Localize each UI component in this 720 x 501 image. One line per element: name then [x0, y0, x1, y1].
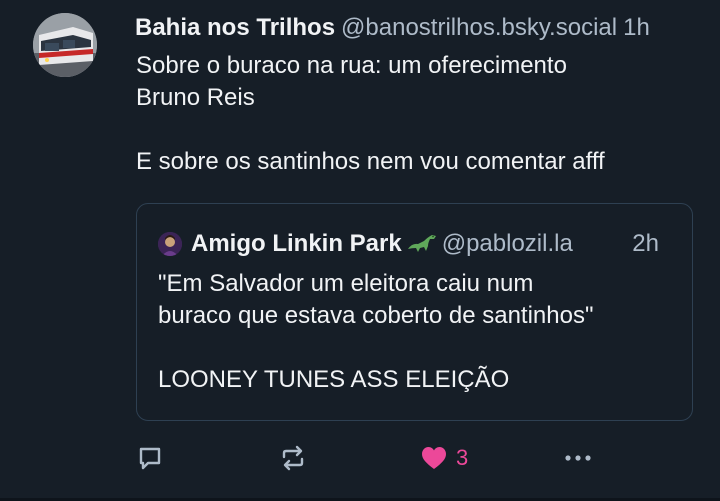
heart-icon — [420, 445, 448, 471]
like-button[interactable]: 3 — [420, 440, 468, 476]
post-text-line: Sobre o buraco na rua: um oferecimento — [136, 52, 567, 79]
quoted-post-timestamp: 2h — [632, 230, 659, 257]
post-text: Sobre o buraco na rua: um oferecimento B… — [136, 50, 706, 178]
post-header: Bahia nos Trilhos @banostrilhos.bsky.soci… — [135, 12, 715, 44]
quoted-text-line: buraco que estava coberto de santinhos" — [158, 302, 594, 329]
quoted-avatar-image — [158, 232, 182, 256]
post-actions: 3 — [136, 440, 606, 476]
post-text-line: Bruno Reis — [136, 84, 255, 111]
quoted-author-avatar — [158, 232, 182, 256]
author-avatar[interactable] — [33, 13, 97, 77]
quoted-post-text: "Em Salvador um eleitora caiu num buraco… — [158, 268, 678, 396]
author-handle[interactable]: @banostrilhos.bsky.social — [341, 14, 617, 41]
post-text-line: E sobre os santinhos nem vou comentar af… — [136, 148, 605, 175]
quoted-post[interactable]: Amigo Linkin Park @pablozil.la 2h "Em Sal… — [136, 203, 693, 421]
reply-button[interactable] — [136, 440, 164, 476]
repost-icon — [278, 444, 308, 472]
like-count: 3 — [456, 445, 469, 470]
quoted-author-handle: @pablozil.la — [441, 230, 573, 257]
more-options-button[interactable] — [562, 440, 594, 476]
author-display-name[interactable]: Bahia nos Trilhos — [135, 14, 335, 41]
reply-icon — [136, 444, 164, 472]
more-icon — [562, 444, 594, 472]
quoted-post-header: Amigo Linkin Park @pablozil.la 2h — [191, 228, 681, 260]
post-card[interactable]: Bahia nos Trilhos @banostrilhos.bsky.soci… — [0, 0, 720, 501]
quoted-author-display-name: Amigo Linkin Park — [191, 230, 402, 257]
repost-button[interactable] — [278, 440, 308, 476]
quoted-text-line: LOONEY TUNES ASS ELEIÇÃO — [158, 366, 510, 393]
train-avatar-image — [33, 13, 97, 77]
post-timestamp[interactable]: 1h — [623, 14, 650, 41]
quoted-text-line: "Em Salvador um eleitora caiu num — [158, 270, 534, 297]
dinosaur-icon — [406, 231, 438, 255]
